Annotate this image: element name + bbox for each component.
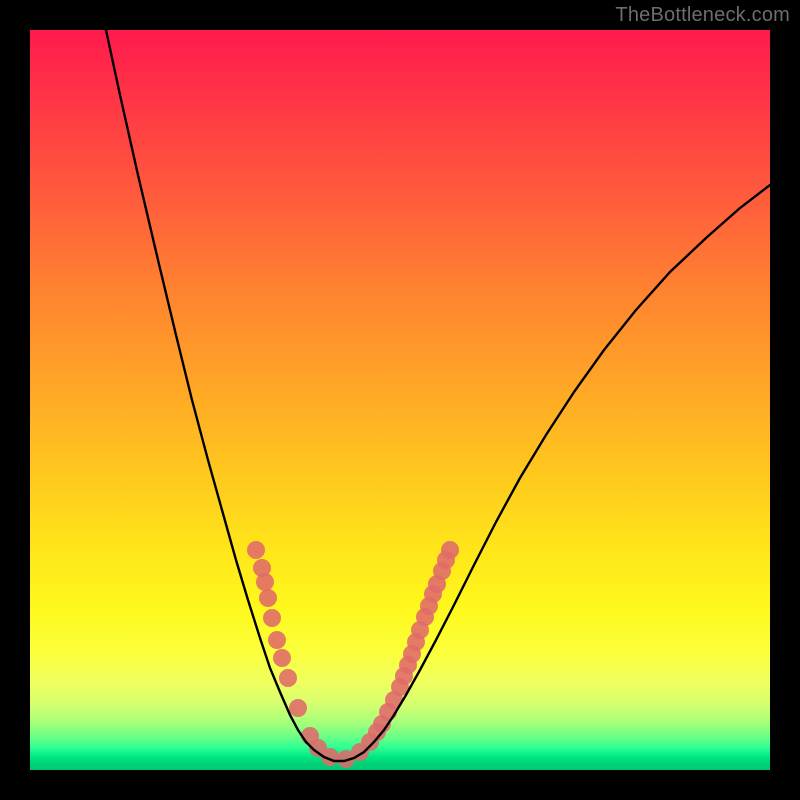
data-marker xyxy=(273,649,291,667)
data-marker xyxy=(247,541,265,559)
data-marker xyxy=(279,669,297,687)
data-marker xyxy=(263,609,281,627)
data-marker xyxy=(259,589,277,607)
curve-layer xyxy=(30,30,770,770)
data-marker xyxy=(268,631,286,649)
data-marker xyxy=(441,541,459,559)
data-marker xyxy=(289,699,307,717)
watermark-text: TheBottleneck.com xyxy=(615,4,790,27)
plot-area xyxy=(30,30,770,770)
v-curve xyxy=(106,30,770,761)
chart-frame: TheBottleneck.com xyxy=(0,0,800,800)
data-marker xyxy=(256,573,274,591)
